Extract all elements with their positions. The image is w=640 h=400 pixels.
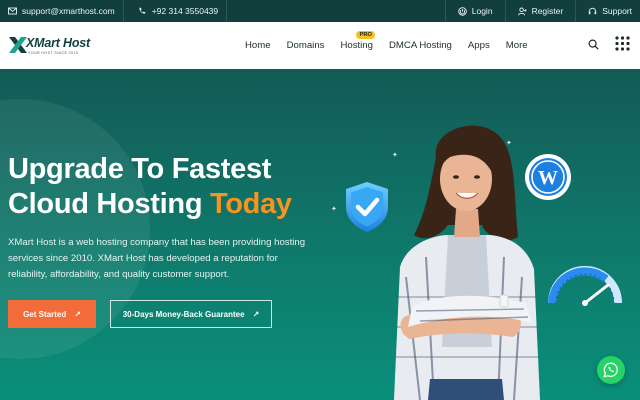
money-back-guarantee-button[interactable]: 30-Days Money-Back Guarantee ↗ — [110, 300, 272, 328]
shield-check-icon — [346, 182, 388, 232]
register-link[interactable]: Register — [506, 0, 576, 22]
woman-photo — [394, 125, 540, 400]
phone-text: +92 314 3550439 — [151, 6, 219, 16]
nav-more-label: More — [505, 40, 528, 51]
main-navigation: XMart Host YOUR HOST SINCE 2010 Home Dom… — [0, 22, 640, 69]
svg-text:W: W — [538, 167, 558, 189]
hero-description: XMart Host is a web hosting company that… — [8, 237, 306, 280]
nav-hosting[interactable]: PRO Hosting — [332, 22, 381, 69]
hero-title: Upgrade To Fastest Cloud Hosting Today — [8, 152, 292, 222]
whatsapp-icon — [603, 362, 618, 378]
speed-gauge-icon — [548, 266, 622, 306]
register-label: Register — [531, 6, 564, 16]
login-icon — [458, 6, 467, 16]
support-label: Support — [602, 6, 632, 16]
nav-apps[interactable]: Apps — [460, 22, 498, 69]
divider — [226, 0, 228, 22]
pro-badge: PRO — [356, 31, 376, 39]
top-bar: support@xmarthost.com +92 314 3550439 Lo… — [0, 0, 640, 22]
nav-hosting-label: Hosting — [340, 40, 373, 51]
grid-menu-icon[interactable] — [615, 35, 630, 56]
hero-title-accent: Today — [210, 188, 292, 220]
support-link[interactable]: Support — [576, 0, 640, 22]
phone-link[interactable]: +92 314 3550439 — [124, 0, 226, 22]
logo-text: XMart Host — [26, 36, 90, 50]
whatsapp-chat-button[interactable] — [597, 356, 625, 384]
email-text: support@xmarthost.com — [22, 6, 115, 16]
mail-icon — [8, 7, 17, 16]
nav-home[interactable]: Home — [237, 22, 279, 69]
search-icon[interactable] — [588, 37, 599, 55]
logo-x-icon — [9, 37, 27, 53]
nav-more[interactable]: More — [498, 22, 536, 69]
logo[interactable]: XMart Host YOUR HOST SINCE 2010 — [8, 34, 90, 58]
money-back-label: 30-Days Money-Back Guarantee — [122, 309, 245, 319]
wordpress-icon: W — [525, 154, 571, 200]
nav-apps-label: Apps — [467, 40, 490, 51]
arrow-up-right-icon: ↗ — [252, 309, 260, 319]
nav-menu: Home Domains PRO Hosting DMCA Hosting Ap… — [237, 22, 536, 69]
hero-title-line2: Cloud Hosting Today — [8, 187, 292, 222]
hero-title-line1: Upgrade To Fastest — [8, 153, 272, 185]
email-link[interactable]: support@xmarthost.com — [0, 0, 123, 22]
hero-section: Upgrade To Fastest Cloud Hosting Today X… — [0, 69, 640, 400]
phone-icon — [138, 7, 147, 16]
sparkle-icon: ✦ — [331, 206, 337, 213]
nav-dmca-label: DMCA Hosting — [388, 40, 452, 51]
nav-dmca-hosting[interactable]: DMCA Hosting — [381, 22, 460, 69]
nav-domains-label: Domains — [286, 40, 325, 51]
login-label: Login — [471, 6, 493, 16]
hero-title-line2-text: Cloud Hosting — [8, 188, 210, 220]
get-started-button[interactable]: Get Started ↗ — [8, 300, 96, 328]
get-started-label: Get Started — [23, 309, 67, 319]
arrow-up-right-icon: ↗ — [74, 309, 81, 319]
logo-tagline: YOUR HOST SINCE 2010 — [28, 51, 79, 55]
register-icon — [517, 7, 527, 16]
nav-home-label: Home — [245, 40, 271, 51]
login-link[interactable]: Login — [446, 0, 505, 22]
support-icon — [588, 7, 597, 16]
nav-domains[interactable]: Domains — [279, 22, 333, 69]
